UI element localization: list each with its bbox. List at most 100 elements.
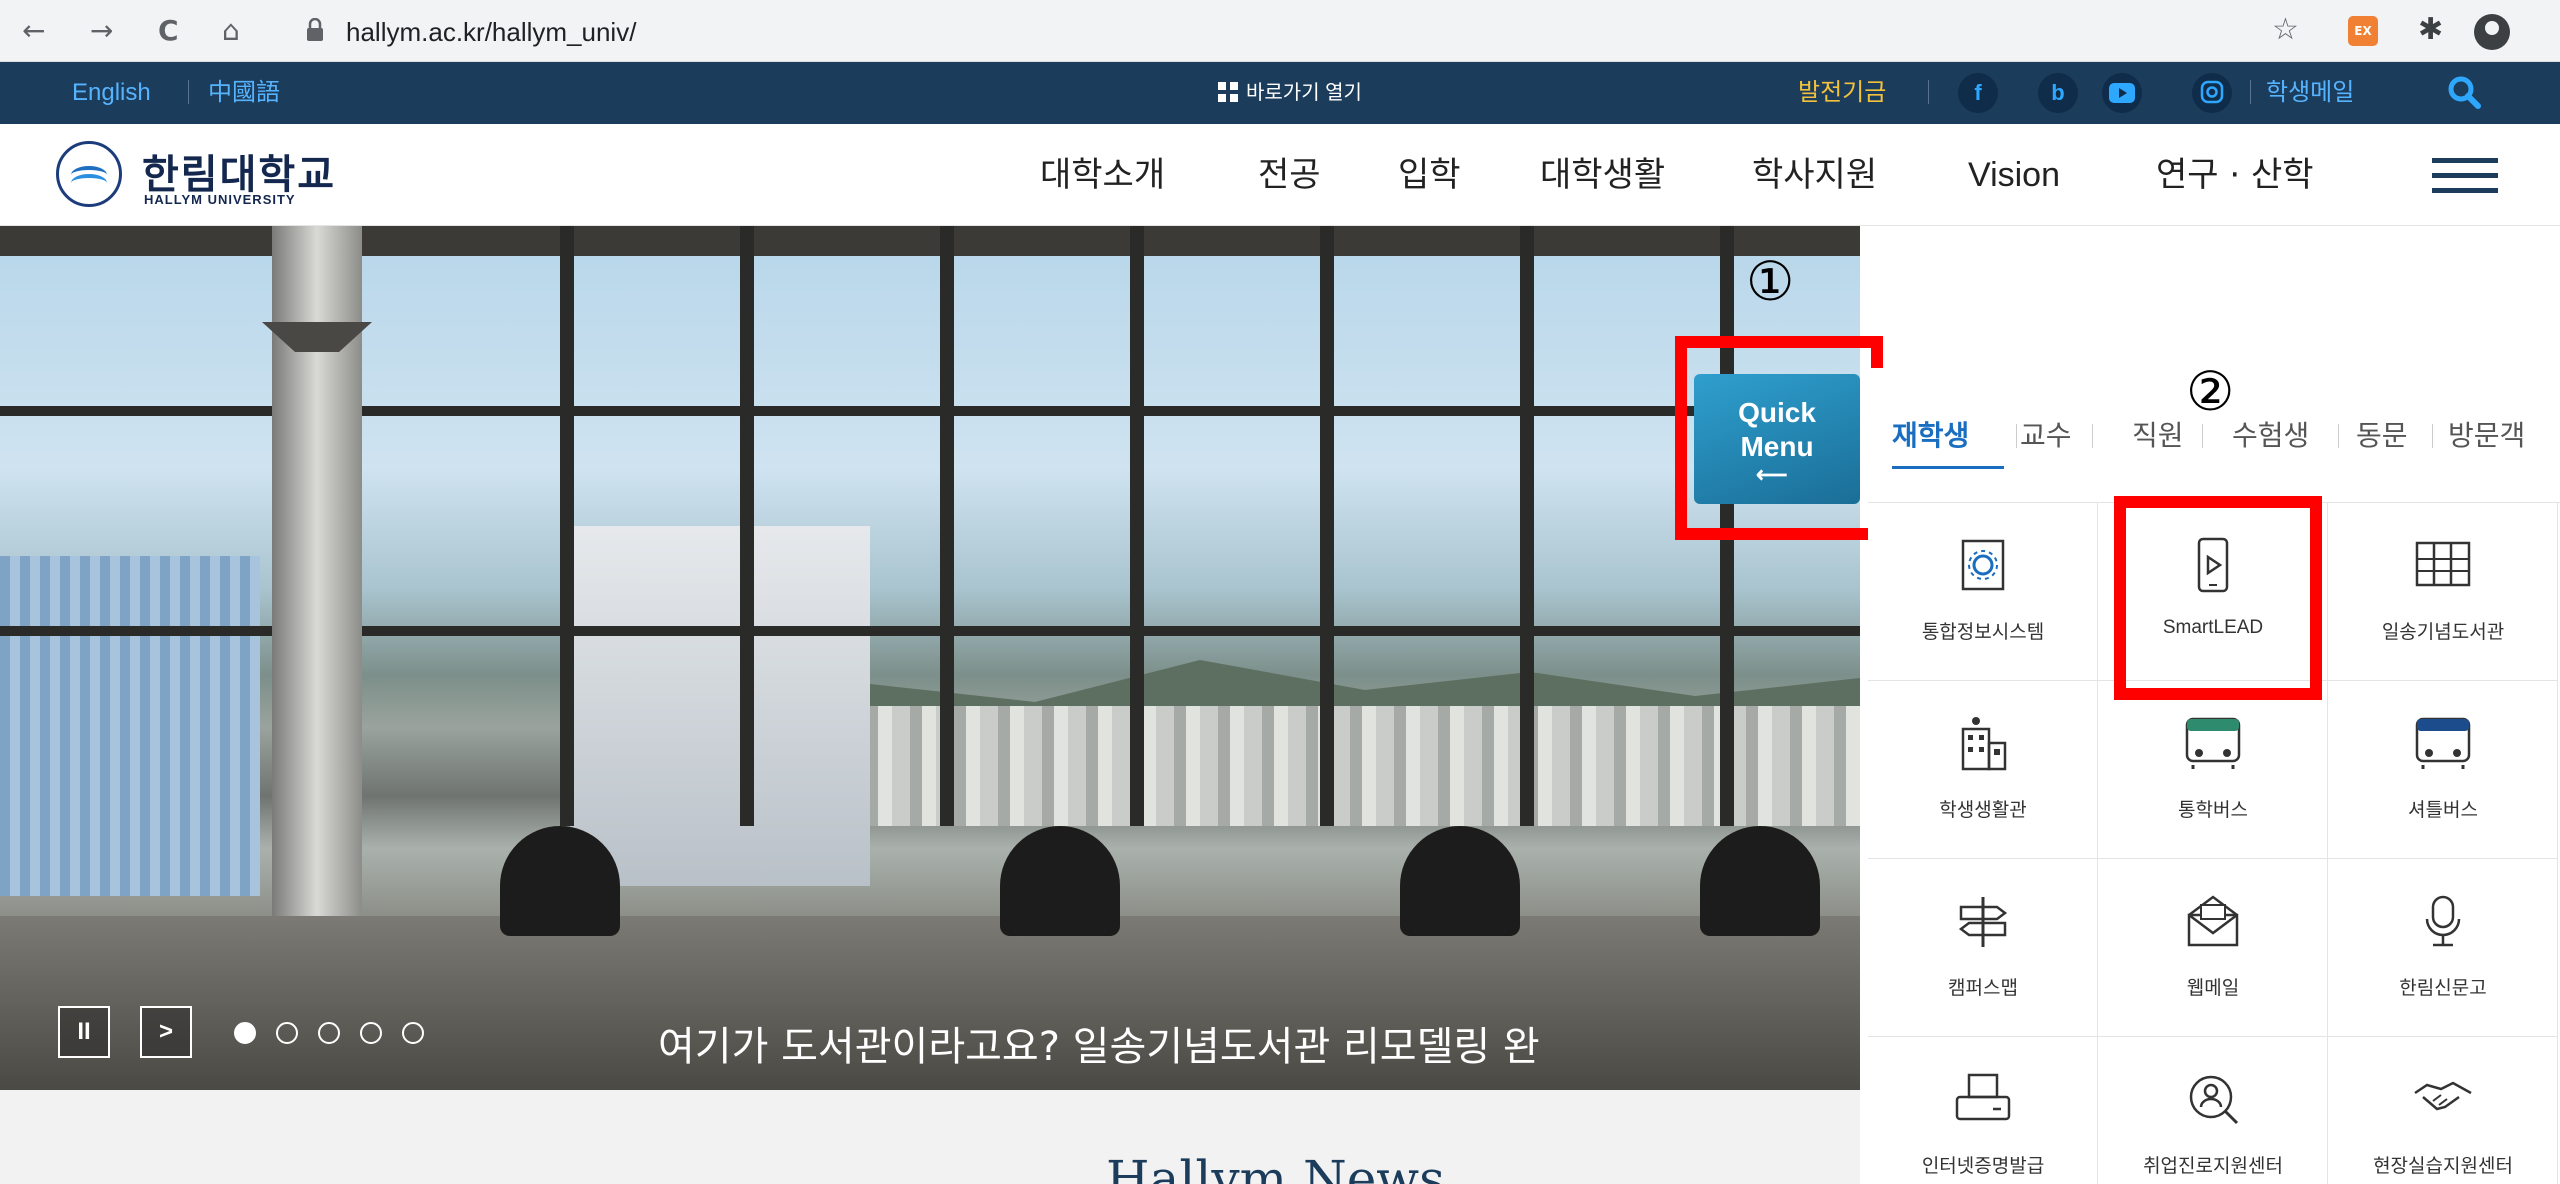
forward-arrow-icon[interactable]: →: [90, 14, 113, 48]
divider: [188, 80, 189, 104]
slide-dot-5[interactable]: [402, 1022, 424, 1044]
annotation-number-1: ①: [1746, 250, 1795, 313]
university-emblem-icon[interactable]: [56, 141, 122, 207]
extensions-puzzle-icon[interactable]: ✱: [2418, 12, 2443, 47]
quick-links-toggle[interactable]: 바로가기 열기: [1218, 77, 1362, 109]
tab-students[interactable]: 재학생: [1892, 418, 1969, 454]
quick-item-library[interactable]: 일송기념도서관: [2328, 503, 2558, 681]
fund-link[interactable]: 발전기금: [1798, 77, 1886, 109]
reload-icon[interactable]: C: [158, 14, 179, 48]
quick-item-label: 통합정보시스템: [1921, 621, 2045, 643]
quick-item-label: 현장실습지원센터: [2373, 1155, 2513, 1177]
search-person-icon: [2189, 1075, 2239, 1125]
slide-dot-1[interactable]: [234, 1022, 256, 1044]
chinese-link[interactable]: 中國語: [208, 77, 280, 109]
dormitory-building-icon: [1961, 717, 2007, 771]
bookmark-star-icon[interactable]: ☆: [2272, 12, 2299, 47]
pause-button[interactable]: II: [58, 1006, 110, 1058]
handshake-icon: [2414, 1081, 2472, 1111]
browser-toolbar: ← → C ⌂ hallym.ac.kr/hallym_univ/ ☆ EX ✱: [0, 0, 2560, 62]
nav-item-majors[interactable]: 전공: [1258, 152, 1321, 198]
logo-english[interactable]: HALLYM UNIVERSITY: [144, 192, 296, 207]
quick-item-career-center[interactable]: 취업진로지원센터: [2098, 1037, 2328, 1184]
slide-dot-2[interactable]: [276, 1022, 298, 1044]
instagram-icon[interactable]: [2192, 73, 2232, 113]
main-header: 한림대학교 HALLYM UNIVERSITY 대학소개 전공 입학 대학생활 …: [0, 124, 2560, 226]
quick-item-integrated-info[interactable]: 통합정보시스템: [1868, 503, 2098, 681]
quick-item-shuttle-bus[interactable]: 셔틀버스: [2328, 681, 2558, 859]
news-title: Hallym News: [1106, 1150, 1445, 1184]
hero-image: [0, 556, 260, 896]
tab-visitors[interactable]: 방문객: [2448, 418, 2525, 454]
quick-item-label: 캠퍼스맵: [1948, 977, 2018, 999]
tab-alumni[interactable]: 동문: [2356, 418, 2408, 454]
divider: [2202, 424, 2203, 448]
divider: [2092, 424, 2093, 448]
quick-item-newspaper[interactable]: 한림신문고: [2328, 859, 2558, 1037]
nav-item-vision[interactable]: Vision: [1968, 152, 2060, 198]
nav-item-academic-support[interactable]: 학사지원: [1752, 152, 1877, 198]
divider: [2338, 424, 2339, 448]
profile-avatar-icon[interactable]: [2474, 14, 2510, 50]
gear-document-icon: [1961, 539, 2005, 591]
youtube-icon[interactable]: [2102, 73, 2142, 113]
quick-item-label: 셔틀버스: [2408, 799, 2478, 821]
hero-banner: [0, 226, 1860, 1090]
slide-dot-3[interactable]: [318, 1022, 340, 1044]
tab-staff[interactable]: 직원: [2132, 418, 2184, 454]
nav-item-admission[interactable]: 입학: [1398, 152, 1461, 198]
quick-item-label: 취업진로지원센터: [2143, 1155, 2283, 1177]
utility-bar: English 中國語 바로가기 열기 발전기금 f b 학생메일: [0, 62, 2560, 124]
annotation-box-2: [2114, 496, 2322, 700]
bus-icon: [2185, 717, 2241, 769]
hero-caption[interactable]: 여기가 도서관이라고요? 일송기념도서관 리모델링 완: [658, 1014, 1540, 1072]
printer-icon: [1955, 1073, 2011, 1121]
home-icon[interactable]: ⌂: [222, 14, 240, 48]
quick-item-dormitory[interactable]: 학생생활관: [1868, 681, 2098, 859]
divider: [2016, 424, 2017, 448]
quick-item-label: 일송기념도서관: [2381, 621, 2505, 643]
divider: [1928, 80, 1929, 104]
lock-icon: [307, 18, 323, 41]
bookshelf-icon: [2415, 541, 2471, 587]
next-slide-button[interactable]: >: [140, 1006, 192, 1058]
quick-item-label: 학생생활관: [1939, 799, 2027, 821]
quick-item-campus-map[interactable]: 캠퍼스맵: [1868, 859, 2098, 1037]
nav-item-about[interactable]: 대학소개: [1040, 152, 1165, 198]
blog-icon[interactable]: b: [2038, 73, 2078, 113]
quick-item-certificate[interactable]: 인터넷증명발급: [1868, 1037, 2098, 1184]
quick-menu-panel: 재학생 교수 직원 수험생 동문 방문객 통합정보시스템 SmartLEAD 일…: [1868, 368, 2560, 1184]
quick-item-label: 통학버스: [2178, 799, 2248, 821]
nav-item-research[interactable]: 연구 · 산학: [2156, 152, 2314, 198]
quick-item-label: 인터넷증명발급: [1921, 1155, 2045, 1177]
quick-item-label: 웹메일: [2186, 977, 2240, 999]
envelope-icon: [2187, 895, 2239, 947]
news-section: [0, 1090, 1860, 1184]
quick-item-label: 한림신문고: [2399, 977, 2487, 999]
divider: [2250, 80, 2251, 104]
back-arrow-icon[interactable]: ←: [22, 14, 45, 48]
quick-links-label: 바로가기 열기: [1246, 82, 1362, 104]
quick-item-commuter-bus[interactable]: 통학버스: [2098, 681, 2328, 859]
quick-item-internship-center[interactable]: 현장실습지원센터: [2328, 1037, 2558, 1184]
annotation-box-1: [1675, 336, 1883, 540]
microphone-icon: [2425, 895, 2461, 947]
active-tab-indicator: [1892, 466, 2004, 469]
address-bar[interactable]: hallym.ac.kr/hallym_univ/: [280, 9, 2310, 53]
english-link[interactable]: English: [72, 77, 151, 109]
nav-item-campus-life[interactable]: 대학생활: [1540, 152, 1665, 198]
quick-item-webmail[interactable]: 웹메일: [2098, 859, 2328, 1037]
bus-icon: [2415, 717, 2471, 769]
tab-faculty[interactable]: 교수: [2020, 418, 2072, 454]
extension-icon[interactable]: EX: [2348, 16, 2378, 46]
facebook-icon[interactable]: f: [1958, 73, 1998, 113]
search-icon[interactable]: [2446, 74, 2482, 119]
divider: [2432, 424, 2433, 448]
signpost-icon: [1958, 897, 2008, 947]
student-mail-link[interactable]: 학생메일: [2266, 77, 2354, 109]
tab-applicants[interactable]: 수험생: [2232, 418, 2309, 454]
hamburger-menu-icon[interactable]: [2432, 158, 2498, 194]
url-text: hallym.ac.kr/hallym_univ/: [346, 17, 637, 47]
slide-dot-4[interactable]: [360, 1022, 382, 1044]
grid-icon: [1218, 82, 1238, 102]
